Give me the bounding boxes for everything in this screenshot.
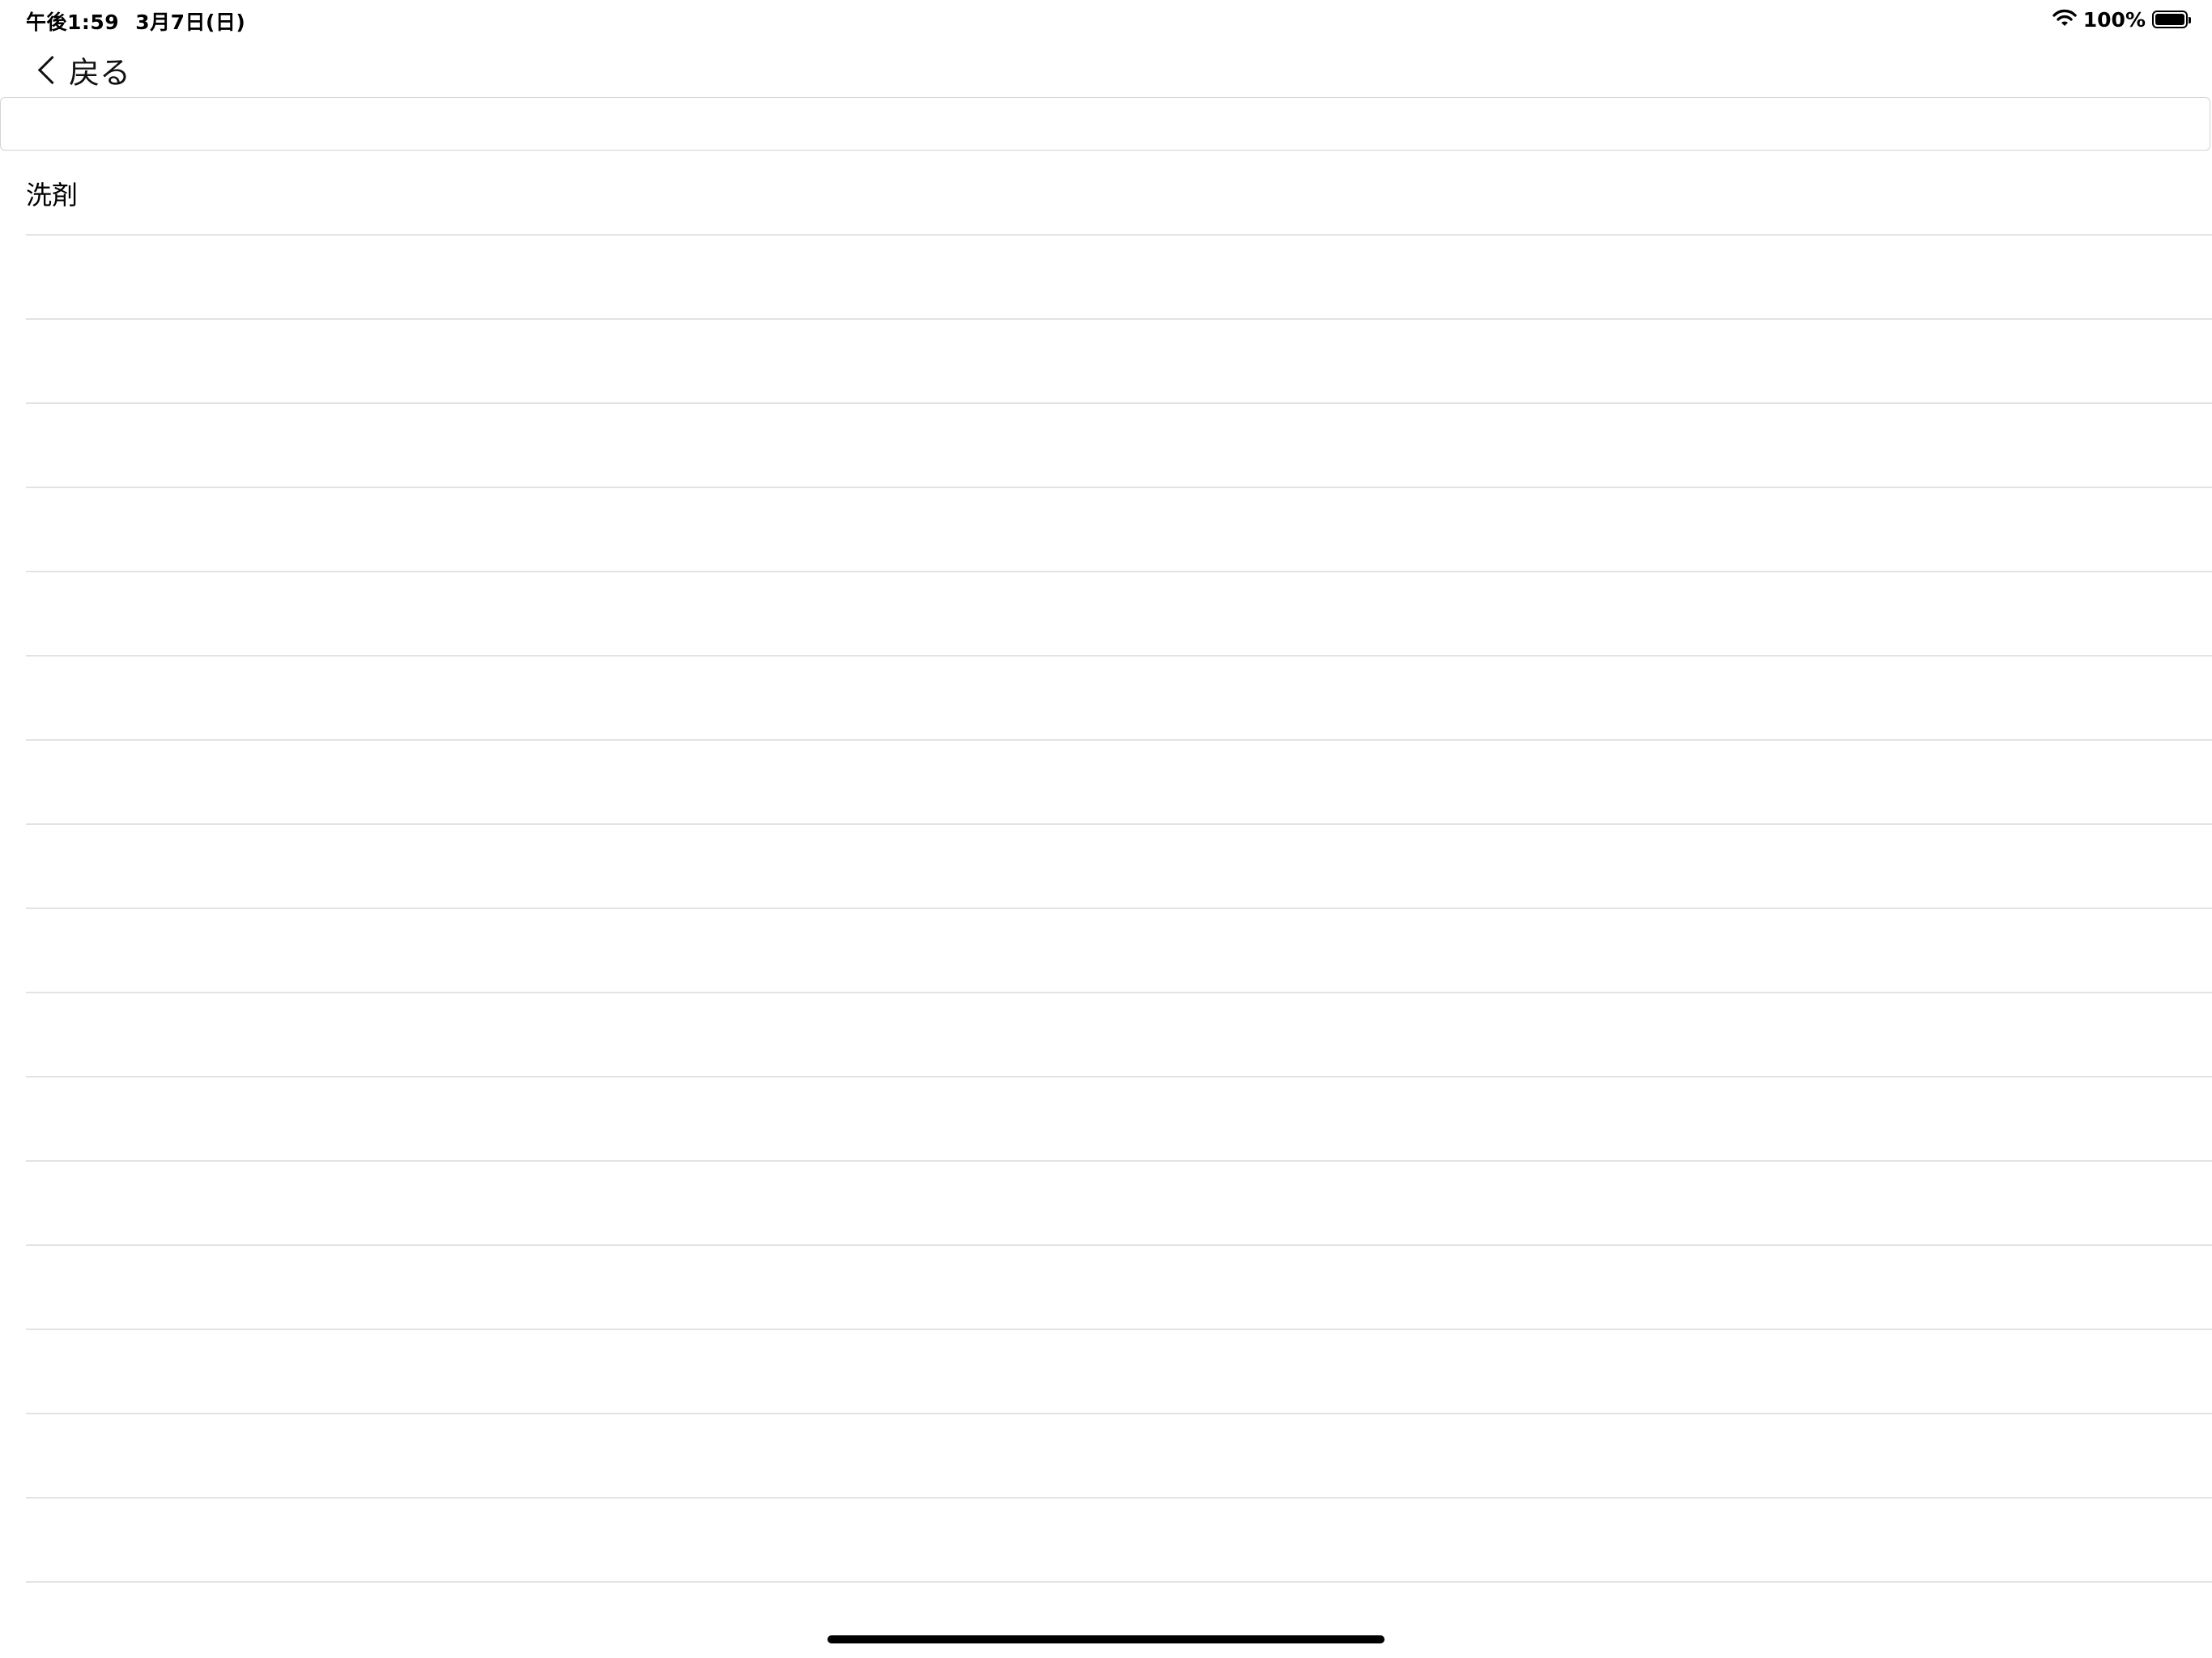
status-date: 3月7日(日) (135, 11, 246, 34)
list-item[interactable] (26, 909, 2212, 993)
status-bar: 午後1:59 3月7日(日) 100% (0, 0, 2212, 37)
list-item[interactable] (26, 1499, 2212, 1583)
item-list: 洗剤 (26, 152, 2212, 1583)
list-item[interactable] (26, 404, 2212, 488)
battery-cap (2189, 17, 2191, 23)
battery-icon (2152, 11, 2191, 28)
list-item[interactable] (26, 488, 2212, 572)
list-item[interactable] (26, 1078, 2212, 1162)
status-indicators: 100% (2052, 6, 2191, 32)
search-input[interactable] (0, 97, 2210, 151)
list-item[interactable] (26, 1246, 2212, 1330)
battery-percent: 100% (2082, 7, 2146, 32)
list-item[interactable] (26, 1162, 2212, 1246)
wifi-icon (2052, 8, 2077, 31)
list-item[interactable] (26, 320, 2212, 404)
list-item[interactable] (26, 1414, 2212, 1499)
list-item[interactable] (26, 993, 2212, 1078)
chevron-left-icon (37, 55, 67, 84)
list-item[interactable] (26, 236, 2212, 320)
list-item[interactable] (26, 825, 2212, 909)
back-button[interactable]: 戻る (34, 47, 130, 92)
home-indicator[interactable] (827, 1635, 1385, 1643)
battery-fill (2155, 14, 2184, 25)
list-item[interactable]: 洗剤 (26, 152, 2212, 236)
back-button-label: 戻る (69, 54, 131, 91)
status-time: 午後1:59 (26, 11, 120, 34)
list-item[interactable] (26, 1330, 2212, 1414)
status-time-date: 午後1:59 3月7日(日) (26, 6, 245, 36)
list-item[interactable] (26, 657, 2212, 741)
list-item[interactable] (26, 572, 2212, 657)
list-item[interactable] (26, 741, 2212, 825)
list-item-label: 洗剤 (26, 179, 79, 210)
